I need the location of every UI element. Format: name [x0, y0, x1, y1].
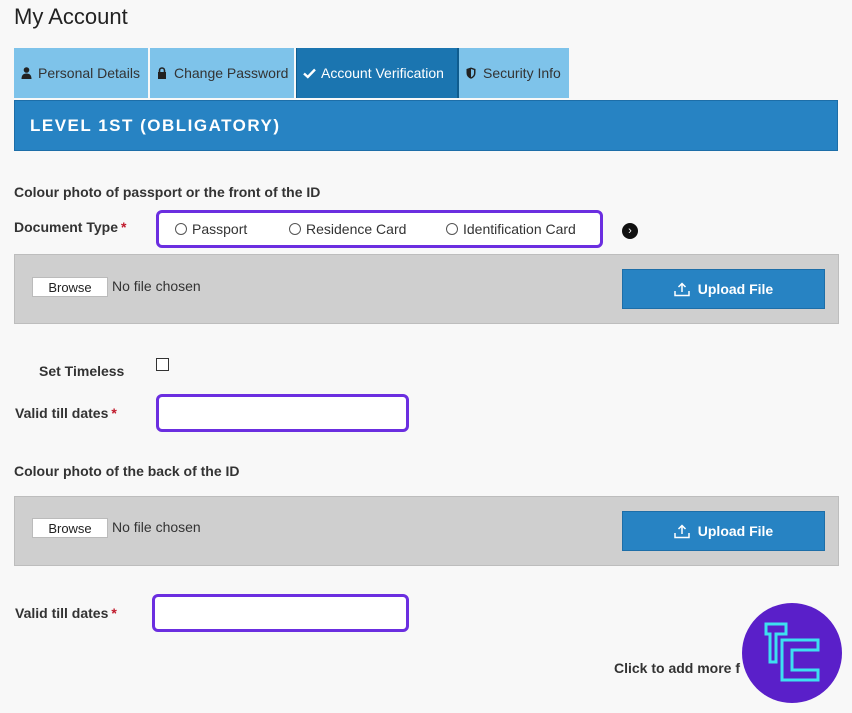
add-more-files-link[interactable]: Click to add more f — [614, 660, 740, 676]
lock-icon — [155, 67, 169, 79]
back-photo-section-label: Colour photo of the back of the ID — [14, 463, 240, 479]
tab-label: Personal Details — [38, 65, 140, 81]
browse-button[interactable]: Browse — [32, 518, 108, 538]
radio-circle[interactable] — [289, 223, 301, 235]
radio-label: Identification Card — [463, 221, 576, 237]
radio-label: Passport — [192, 221, 248, 237]
tab-label: Account Verification — [321, 65, 444, 81]
browse-button[interactable]: Browse — [32, 277, 108, 297]
upload-icon — [674, 281, 690, 297]
tab-change-password[interactable]: Change Password — [150, 48, 296, 98]
tab-label: Change Password — [174, 65, 289, 81]
shield-icon — [464, 67, 478, 79]
document-type-label: Document Type * — [14, 219, 126, 235]
upload-label: Upload File — [697, 281, 774, 297]
document-type-text: Document Type — [14, 219, 118, 235]
required-mark: * — [120, 219, 127, 235]
tab-personal-details[interactable]: Personal Details — [14, 48, 150, 98]
upload-icon — [674, 523, 690, 539]
level-header: LEVEL 1ST (OBLIGATORY) — [14, 100, 838, 151]
valid-till-text: Valid till dates — [15, 605, 109, 621]
radio-circle[interactable] — [446, 223, 458, 235]
check-icon — [302, 68, 316, 79]
user-icon — [19, 67, 33, 79]
radio-identification-card[interactable]: Identification Card — [446, 221, 576, 237]
valid-till-input-2[interactable] — [152, 594, 409, 632]
page-title: My Account — [14, 4, 128, 29]
account-tabs: Personal Details Change Password Account… — [14, 48, 571, 98]
chevron-right-icon[interactable]: › — [622, 223, 638, 239]
radio-passport[interactable]: Passport — [175, 221, 247, 237]
set-timeless-label: Set Timeless — [39, 363, 125, 379]
brand-logo-icon — [742, 603, 842, 703]
valid-till-label-2: Valid till dates * — [15, 605, 117, 621]
radio-label: Residence Card — [306, 221, 407, 237]
valid-till-label: Valid till dates * — [15, 405, 117, 421]
required-mark: * — [111, 605, 117, 621]
upload-file-button[interactable]: Upload File — [622, 511, 825, 551]
required-mark: * — [111, 405, 117, 421]
radio-circle[interactable] — [175, 223, 187, 235]
back-upload-panel: Browse No file chosen Upload File — [14, 496, 839, 566]
file-status: No file chosen — [112, 278, 201, 294]
valid-till-text: Valid till dates — [15, 405, 109, 421]
upload-file-button[interactable]: Upload File — [622, 269, 825, 309]
upload-label: Upload File — [697, 523, 774, 539]
valid-till-input[interactable] — [156, 394, 409, 432]
set-timeless-checkbox[interactable] — [156, 358, 169, 371]
radio-residence-card[interactable]: Residence Card — [289, 221, 406, 237]
front-upload-panel: Browse No file chosen Upload File — [14, 254, 839, 324]
front-photo-section-label: Colour photo of passport or the front of… — [14, 184, 321, 200]
tab-label: Security Info — [483, 65, 561, 81]
file-status: No file chosen — [112, 519, 201, 535]
tab-account-verification[interactable]: Account Verification — [296, 48, 459, 98]
document-type-radio-group: Passport Residence Card Identification C… — [156, 210, 603, 248]
tab-security-info[interactable]: Security Info — [459, 48, 571, 98]
